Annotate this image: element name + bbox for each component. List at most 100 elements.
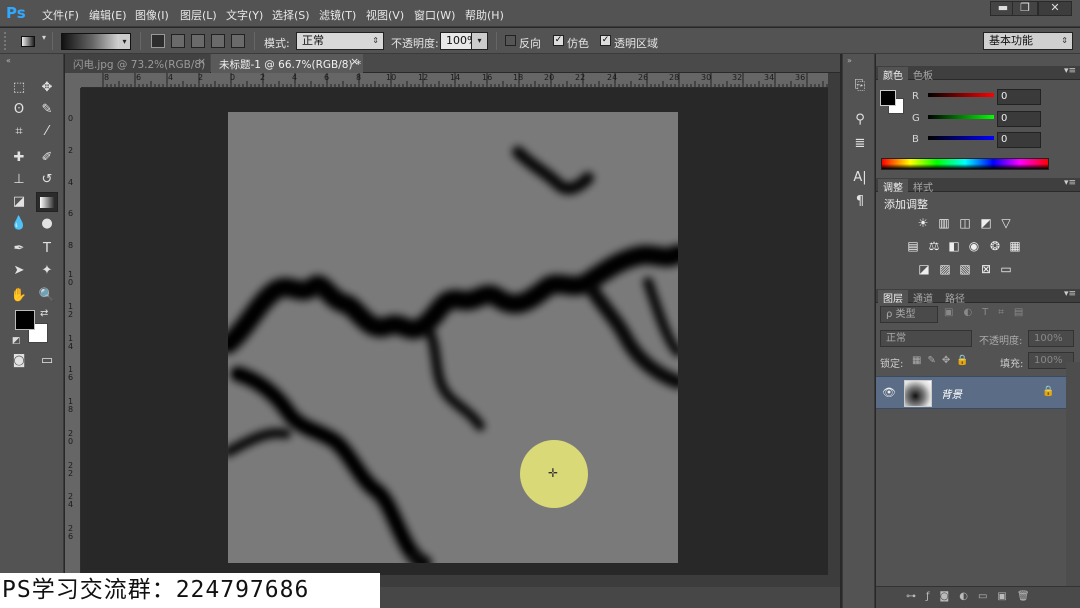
- menu-help[interactable]: 帮助(H): [465, 7, 504, 23]
- blue-slider[interactable]: [928, 136, 994, 140]
- ruler-corner[interactable]: [65, 73, 81, 88]
- levels-icon[interactable]: ▥: [937, 217, 951, 230]
- healing-brush-tool-icon[interactable]: ✚: [8, 148, 30, 168]
- foreground-color-swatch[interactable]: [15, 310, 35, 330]
- threshold-icon[interactable]: ▧: [958, 263, 972, 276]
- panel-menu-icon[interactable]: ▾≡: [1064, 178, 1076, 188]
- selective-color-icon[interactable]: ⊠: [979, 263, 993, 276]
- photo-filter-icon[interactable]: ◉: [967, 240, 981, 253]
- tab-untitled-1[interactable]: 未标题-1 @ 66.7%(RGB/8) * ×: [211, 54, 363, 73]
- color-lookup-icon[interactable]: ▦: [1008, 240, 1022, 253]
- close-icon[interactable]: ×: [350, 56, 359, 68]
- grip-handle[interactable]: [4, 32, 10, 50]
- tab-color[interactable]: 颜色: [878, 67, 908, 82]
- black-white-icon[interactable]: ◧: [947, 240, 961, 253]
- panel-menu-icon[interactable]: ▾≡: [1064, 289, 1076, 299]
- collapse-arrows-icon[interactable]: «: [6, 56, 11, 65]
- menu-image[interactable]: 图像(I): [135, 7, 169, 23]
- invert-icon[interactable]: ◪: [917, 263, 931, 276]
- crop-tool-icon[interactable]: ⌗: [8, 122, 30, 142]
- layer-row-background[interactable]: 👁 背景 🔒: [876, 376, 1066, 409]
- paragraph-panel-icon[interactable]: ¶: [850, 192, 870, 212]
- vertical-scrollbar[interactable]: [828, 73, 840, 575]
- color-spectrum-bar[interactable]: [881, 158, 1049, 170]
- tab-swatches[interactable]: 色板: [908, 67, 938, 82]
- tab-lightning-jpg[interactable]: 闪电.jpg @ 73.2%(RGB/8) ×: [65, 54, 210, 73]
- lock-icons[interactable]: ▦✎✥🔒: [912, 355, 975, 366]
- clone-stamp-tool-icon[interactable]: ⊥: [8, 170, 30, 190]
- marquee-tool-icon[interactable]: ⬚: [8, 78, 30, 98]
- pen-tool-icon[interactable]: ✒: [8, 239, 30, 259]
- layer-opacity-input[interactable]: 100%: [1028, 330, 1074, 347]
- foreground-color-swatch[interactable]: [880, 90, 896, 106]
- tab-adjustments[interactable]: 调整: [878, 179, 908, 194]
- tool-preset-picker[interactable]: ▾: [18, 33, 48, 50]
- move-tool-icon[interactable]: ✥: [36, 78, 58, 98]
- reverse-checkbox[interactable]: [505, 35, 516, 46]
- layer-blend-mode-dropdown[interactable]: 正常: [880, 330, 972, 347]
- menu-select[interactable]: 选择(S): [272, 7, 310, 23]
- layer-filter-dropdown[interactable]: ρ 类型: [880, 306, 938, 323]
- quick-select-tool-icon[interactable]: ✎: [36, 100, 58, 120]
- gradient-tool-icon[interactable]: [36, 192, 58, 212]
- diamond-gradient-button[interactable]: [231, 34, 245, 48]
- eraser-tool-icon[interactable]: ◪: [8, 192, 30, 212]
- panel-menu-icon[interactable]: ▾≡: [1064, 66, 1076, 76]
- green-slider[interactable]: [928, 115, 994, 119]
- gradient-picker[interactable]: ▾: [61, 33, 131, 50]
- document-canvas[interactable]: [228, 112, 678, 563]
- swap-colors-icon[interactable]: ⇄: [40, 308, 48, 319]
- angle-gradient-button[interactable]: [191, 34, 205, 48]
- collapse-arrows-icon[interactable]: »: [847, 56, 852, 65]
- radial-gradient-button[interactable]: [171, 34, 185, 48]
- channel-mixer-icon[interactable]: ❂: [988, 240, 1002, 253]
- quick-mask-icon[interactable]: ◙: [8, 351, 30, 371]
- green-value-input[interactable]: 0: [997, 111, 1041, 127]
- brush-tool-icon[interactable]: ✐: [36, 148, 58, 168]
- reflected-gradient-button[interactable]: [211, 34, 225, 48]
- blend-mode-dropdown[interactable]: 正常 ⇕: [296, 32, 384, 50]
- curves-icon[interactable]: ◫: [958, 217, 972, 230]
- shape-tool-icon[interactable]: ✦: [36, 261, 58, 281]
- posterize-icon[interactable]: ▨: [938, 263, 952, 276]
- blur-tool-icon[interactable]: 💧: [8, 214, 30, 234]
- hand-tool-icon[interactable]: ✋: [8, 286, 30, 306]
- red-value-input[interactable]: 0: [997, 89, 1041, 105]
- dither-checkbox[interactable]: ✓: [553, 35, 564, 46]
- horizontal-ruler[interactable]: 8 6 4 2 0 2 4 6 8 10 12 14 16 18 20 22 2…: [81, 73, 828, 88]
- zoom-tool-icon[interactable]: 🔍: [36, 286, 58, 306]
- eye-icon[interactable]: 👁: [882, 386, 896, 399]
- workspace-dropdown[interactable]: 基本功能 ⇕: [983, 32, 1073, 50]
- lasso-tool-icon[interactable]: ʘ: [8, 100, 30, 120]
- screen-mode-icon[interactable]: ▭: [36, 351, 58, 371]
- menu-window[interactable]: 窗口(W): [414, 7, 455, 23]
- layers-scrollbar[interactable]: [1066, 362, 1080, 596]
- gradient-map-icon[interactable]: ▭: [999, 263, 1013, 276]
- brush-panel-icon[interactable]: ⚲: [850, 110, 870, 130]
- menu-view[interactable]: 视图(V): [366, 7, 404, 23]
- color-balance-icon[interactable]: ⚖: [927, 240, 941, 253]
- vibrance-icon[interactable]: ▽: [999, 217, 1013, 230]
- tab-layers[interactable]: 图层: [878, 290, 908, 305]
- tab-styles[interactable]: 样式: [908, 179, 938, 194]
- history-brush-tool-icon[interactable]: ↺: [36, 170, 58, 190]
- close-icon[interactable]: ×: [197, 56, 206, 68]
- red-slider[interactable]: [928, 93, 994, 97]
- type-tool-icon[interactable]: T: [36, 239, 58, 259]
- tab-channels[interactable]: 通道: [908, 290, 938, 305]
- exposure-icon[interactable]: ◩: [979, 217, 993, 230]
- history-panel-icon[interactable]: ⎘: [850, 76, 870, 96]
- tab-paths[interactable]: 路径: [940, 290, 970, 305]
- brightness-contrast-icon[interactable]: ☀: [916, 217, 930, 230]
- linear-gradient-button[interactable]: [151, 34, 165, 48]
- character-panel-icon[interactable]: A|: [850, 168, 870, 188]
- menu-edit[interactable]: 编辑(E): [89, 7, 127, 23]
- opacity-dropdown-button[interactable]: ▾: [471, 32, 488, 50]
- layer-filter-icons[interactable]: ▣◐T⌗▤: [944, 307, 1070, 322]
- menu-file[interactable]: 文件(F): [42, 7, 79, 23]
- vertical-ruler[interactable]: 0 2 4 6 8 1 0 1 2 1 4 1 6 1 8 2 0 2 2 2 …: [65, 88, 81, 575]
- menu-layer[interactable]: 图层(L): [180, 7, 217, 23]
- dodge-tool-icon[interactable]: ●: [36, 214, 58, 234]
- eyedropper-tool-icon[interactable]: ⁄: [36, 122, 58, 142]
- path-select-tool-icon[interactable]: ➤: [8, 261, 30, 281]
